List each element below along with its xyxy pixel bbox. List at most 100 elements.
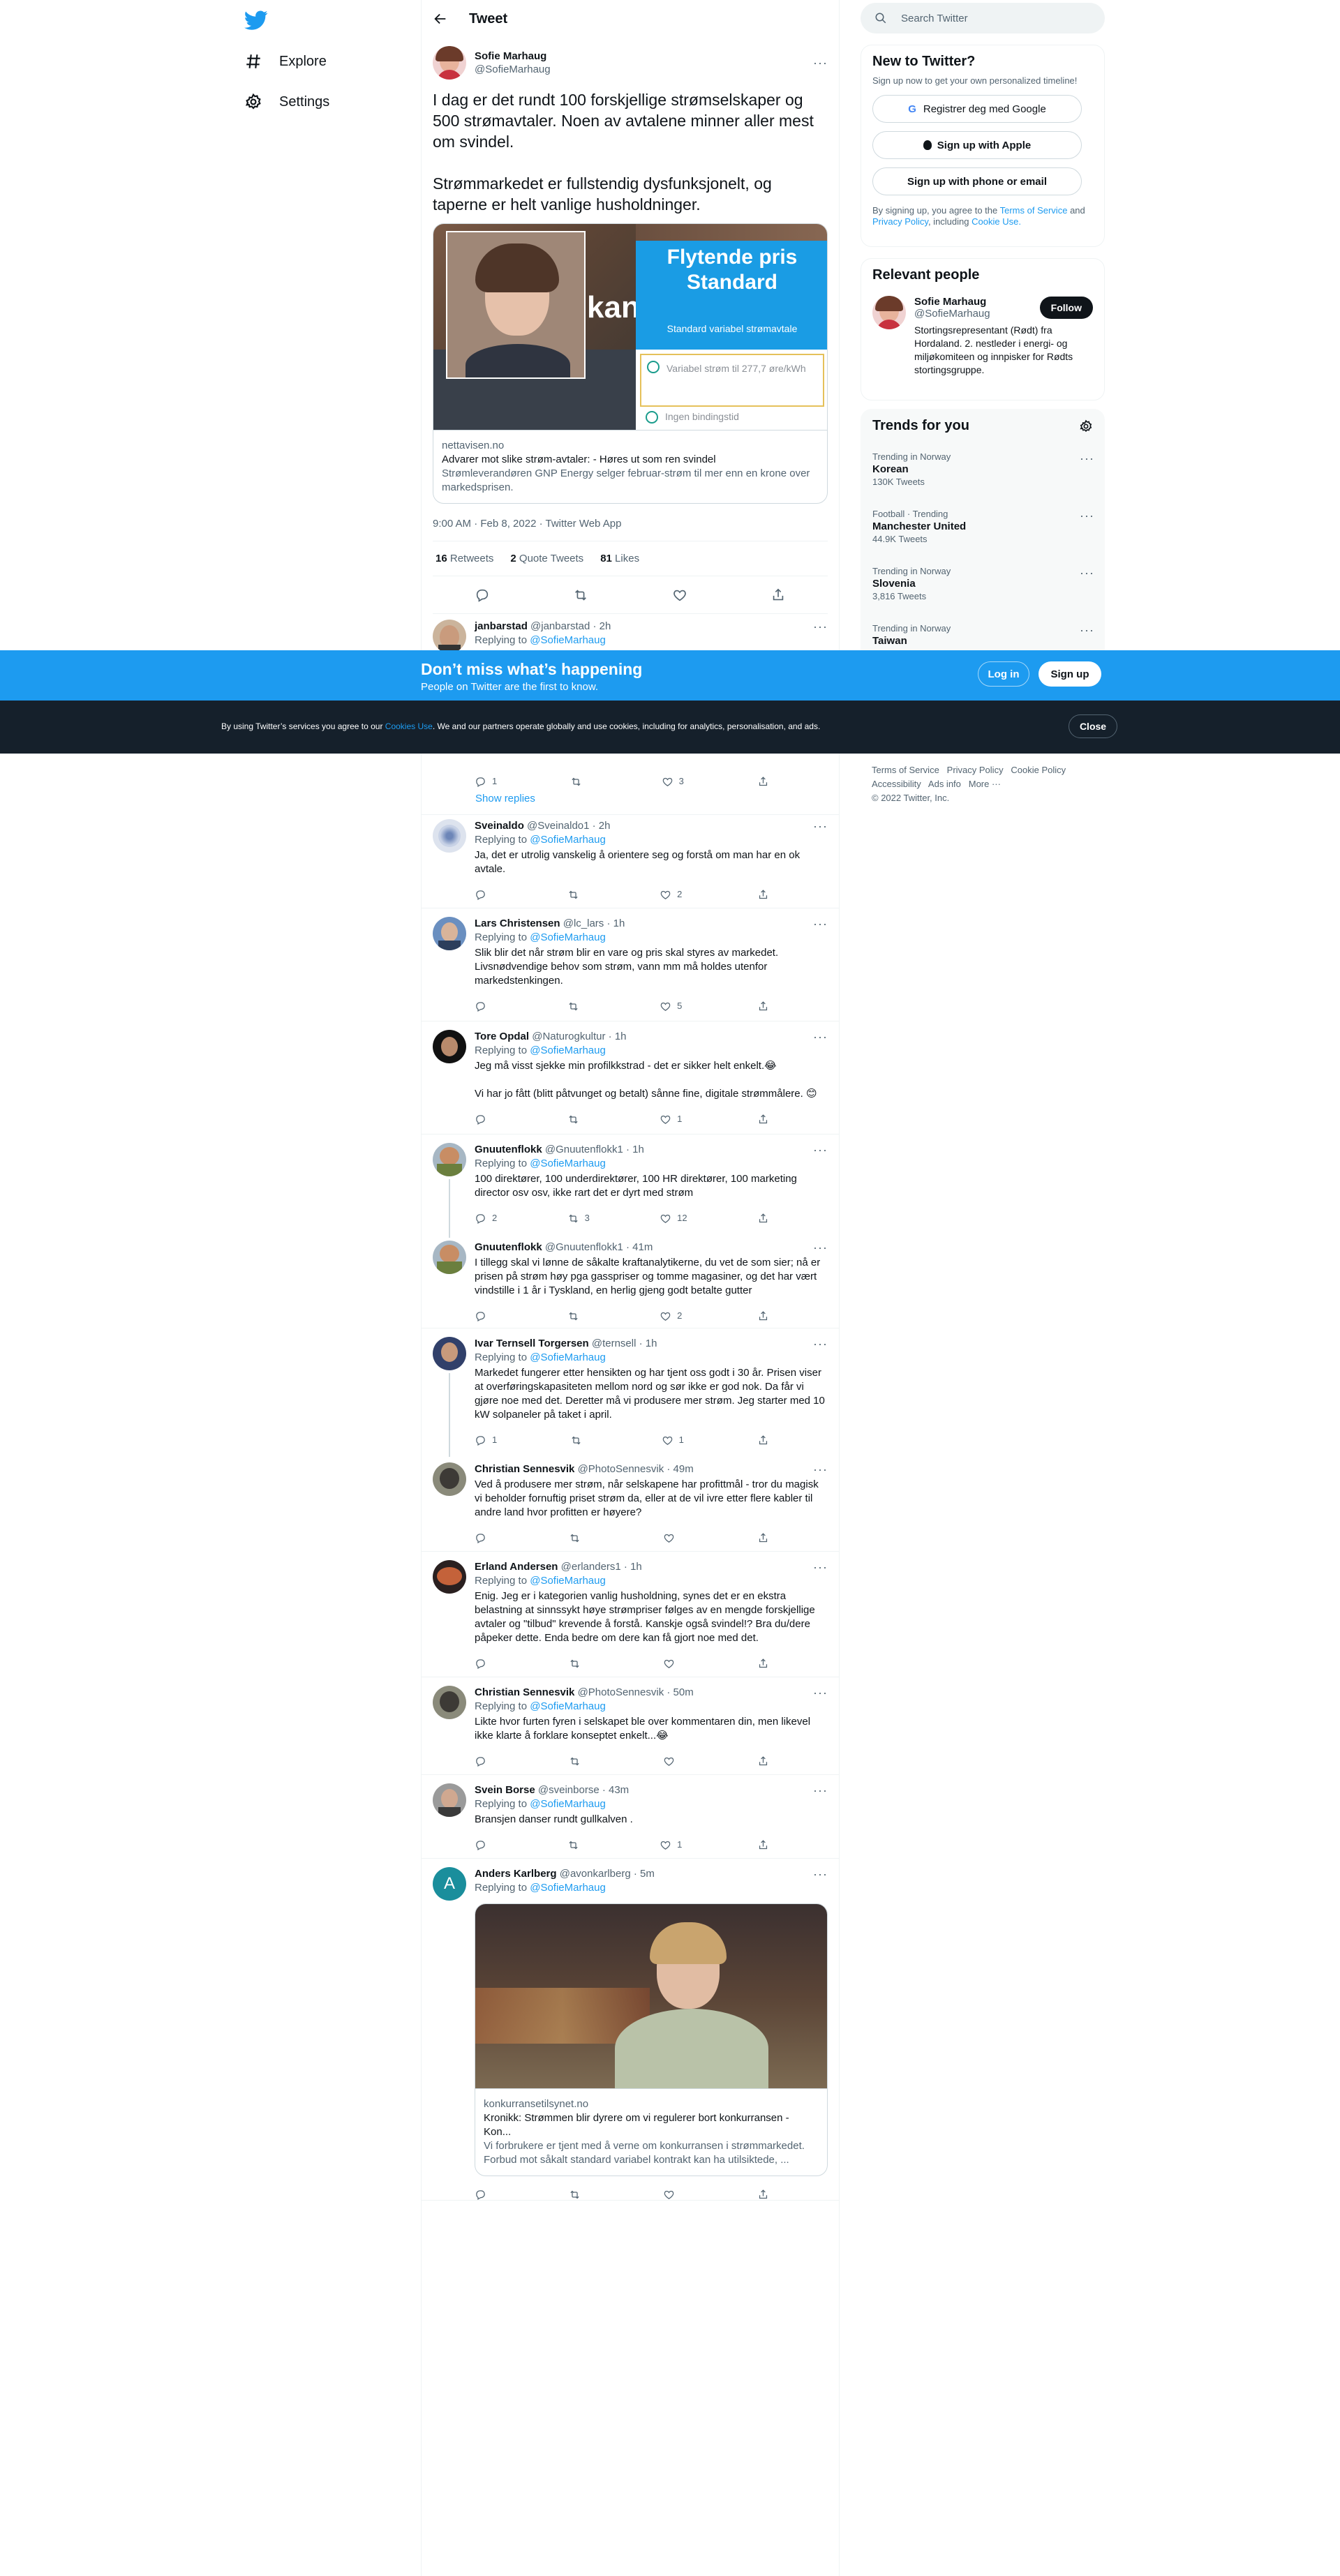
reply-button[interactable] xyxy=(475,1658,492,1670)
quotes-stat[interactable]: 2 Quote Tweets xyxy=(510,553,583,564)
nav-settings[interactable]: Settings xyxy=(244,88,329,116)
reply-author-handle[interactable]: @PhotoSennesvik · 49m xyxy=(578,1463,694,1475)
share-button[interactable] xyxy=(757,889,775,901)
more-icon[interactable]: ··· xyxy=(813,1337,828,1351)
likes-stat[interactable]: 81 Likes xyxy=(600,553,639,564)
share-button[interactable] xyxy=(757,2189,775,2201)
like-button[interactable]: 5 xyxy=(660,999,682,1013)
more-icon[interactable]: ··· xyxy=(813,1241,828,1255)
retweet-button[interactable] xyxy=(569,1755,586,1767)
phone-signup-button[interactable]: Sign up with phone or email xyxy=(872,167,1082,195)
avatar[interactable]: A xyxy=(433,1867,466,1901)
reply-author-handle[interactable]: @avonkarlberg · 5m xyxy=(560,1868,655,1880)
reply-author-name[interactable]: Anders Karlberg xyxy=(475,1868,557,1880)
google-signup-button[interactable]: G Registrer deg med Google xyxy=(872,95,1082,123)
reply-tweet[interactable]: Ivar Ternsell Torgersen @ternsell · 1h ··… xyxy=(422,1328,839,1454)
like-icon[interactable] xyxy=(672,587,687,603)
more-icon[interactable]: ··· xyxy=(813,1143,828,1157)
reply-author-handle[interactable]: @Gnuutenflokk1 · 1h xyxy=(545,1144,644,1155)
twitter-logo-icon[interactable] xyxy=(244,8,268,32)
login-button[interactable]: Log in xyxy=(978,661,1029,687)
reply-tweet[interactable]: Christian Sennesvik @PhotoSennesvik · 50… xyxy=(422,1677,839,1775)
trend-item[interactable]: Trending in Norway Slovenia 3,816 Tweets… xyxy=(872,566,1094,601)
footer-cookie-link[interactable]: Cookie Policy xyxy=(1011,765,1066,775)
footer-more-link[interactable]: More ··· xyxy=(969,779,1001,789)
reply-author-handle[interactable]: @lc_lars · 1h xyxy=(563,918,625,929)
more-icon[interactable]: ··· xyxy=(813,917,828,931)
like-button[interactable] xyxy=(663,1755,680,1767)
reply-button[interactable] xyxy=(475,1755,492,1767)
reply-author-name[interactable]: Christian Sennesvik xyxy=(475,1686,574,1698)
share-button[interactable] xyxy=(757,1114,775,1125)
reply-button[interactable] xyxy=(475,1114,492,1125)
more-icon[interactable]: ··· xyxy=(1080,451,1094,466)
reply-author-handle[interactable]: @ternsell · 1h xyxy=(592,1338,657,1349)
share-button[interactable] xyxy=(757,1213,775,1225)
like-button[interactable]: 1 xyxy=(662,1433,684,1447)
reply-author-name[interactable]: Sveinaldo xyxy=(475,820,524,832)
cookie-use-link[interactable]: Cookie Use. xyxy=(972,216,1021,227)
retweet-button[interactable] xyxy=(567,1001,585,1012)
share-button[interactable] xyxy=(757,1658,775,1670)
avatar[interactable] xyxy=(433,819,466,853)
cookie-close-button[interactable]: Close xyxy=(1069,714,1117,738)
reply-tweet[interactable]: Svein Borse @sveinborse · 43m ··· Replyin… xyxy=(422,1775,839,1859)
reply-button[interactable]: 2 xyxy=(475,1211,497,1225)
reply-author-name[interactable]: janbarstad xyxy=(475,620,528,632)
like-button[interactable] xyxy=(663,1658,680,1670)
author-handle[interactable]: @SofieMarhaug xyxy=(475,63,551,75)
reply-author-handle[interactable]: @janbarstad · 2h xyxy=(530,620,611,632)
reply-button[interactable] xyxy=(475,1310,492,1322)
reply-button[interactable]: 1 xyxy=(475,1433,497,1447)
privacy-link[interactable]: Privacy Policy xyxy=(872,216,928,227)
footer-ads-link[interactable]: Ads info xyxy=(928,779,961,789)
author-name[interactable]: Sofie Marhaug xyxy=(475,50,551,62)
follow-button[interactable]: Follow xyxy=(1039,297,1093,319)
reply-tweet[interactable]: Christian Sennesvik @PhotoSennesvik · 49… xyxy=(422,1454,839,1552)
more-icon[interactable]: ··· xyxy=(813,1867,828,1881)
replying-to-link[interactable]: @SofieMarhaug xyxy=(530,1575,606,1587)
back-arrow-icon[interactable] xyxy=(433,11,448,27)
gear-icon[interactable] xyxy=(1079,419,1093,433)
avatar[interactable] xyxy=(433,1462,466,1496)
apple-signup-button[interactable]: Sign up with Apple xyxy=(872,131,1082,159)
more-icon[interactable]: ··· xyxy=(1080,509,1094,523)
reply-author-name[interactable]: Gnuutenflokk xyxy=(475,1144,542,1155)
reply-author-handle[interactable]: @Naturogkultur · 1h xyxy=(532,1031,626,1042)
more-icon[interactable]: ··· xyxy=(813,620,828,634)
like-button[interactable]: 3 xyxy=(662,774,684,788)
retweet-button[interactable] xyxy=(567,1310,585,1322)
reply-author-name[interactable]: Christian Sennesvik xyxy=(475,1463,574,1475)
signup-button[interactable]: Sign up xyxy=(1038,661,1101,687)
share-button[interactable] xyxy=(757,1755,775,1767)
reply-button[interactable] xyxy=(475,1001,492,1012)
replying-to-link[interactable]: @SofieMarhaug xyxy=(530,1700,606,1712)
like-button[interactable] xyxy=(663,1532,680,1544)
footer-terms-link[interactable]: Terms of Service xyxy=(872,765,939,775)
avatar[interactable] xyxy=(433,46,466,80)
avatar[interactable] xyxy=(433,1143,466,1176)
retweet-button[interactable] xyxy=(567,1839,585,1851)
replying-to-link[interactable]: @SofieMarhaug xyxy=(530,1044,606,1056)
cookies-use-link[interactable]: Cookies Use xyxy=(385,721,433,731)
reply-tweet[interactable]: Sveinaldo @Sveinaldo1 · 2h ··· Replying t… xyxy=(422,811,839,908)
reply-icon[interactable] xyxy=(475,587,490,603)
footer-accessibility-link[interactable]: Accessibility xyxy=(872,779,921,789)
more-icon[interactable]: ··· xyxy=(1080,566,1094,581)
avatar[interactable] xyxy=(433,1783,466,1817)
like-button[interactable]: 1 xyxy=(660,1112,682,1126)
more-icon[interactable]: ··· xyxy=(813,56,828,70)
share-button[interactable] xyxy=(757,1532,775,1544)
replying-to-link[interactable]: @SofieMarhaug xyxy=(530,1798,606,1810)
like-button[interactable] xyxy=(663,2189,680,2201)
share-button[interactable] xyxy=(757,776,775,788)
avatar[interactable] xyxy=(433,1560,466,1594)
reply-button[interactable] xyxy=(475,1532,492,1544)
avatar[interactable] xyxy=(433,620,466,653)
share-icon[interactable] xyxy=(770,587,786,603)
retweet-button[interactable] xyxy=(569,1658,586,1670)
terms-link[interactable]: Terms of Service xyxy=(1000,205,1068,216)
search-input[interactable]: Search Twitter xyxy=(861,3,1105,33)
like-button[interactable]: 12 xyxy=(660,1211,687,1225)
reply-author-name[interactable]: Lars Christensen xyxy=(475,918,560,929)
